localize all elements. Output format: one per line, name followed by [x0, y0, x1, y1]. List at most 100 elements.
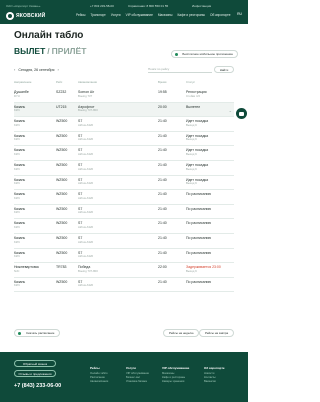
aircraft-type: Airbus A320	[78, 122, 94, 127]
footer-column-title[interactable]: VIP обслуживание	[162, 366, 189, 370]
row-carrier: S7 Airbus A320	[78, 207, 158, 215]
departure-time: 21:40	[158, 279, 167, 284]
row-status: Идет посадка Выход 9	[186, 163, 234, 171]
flight-search-input[interactable]: Поиск по рейсу	[148, 66, 212, 73]
row-destination: Душанбе DYU	[14, 90, 56, 98]
row-carrier: S7 Airbus A320	[78, 192, 158, 200]
footer-link[interactable]: Упаковка багажа	[126, 380, 149, 384]
aircraft-type: Airbus A320	[78, 151, 94, 156]
brand-logo-text[interactable]: ЯКОВСКИЙ	[16, 13, 45, 19]
table-row[interactable]: Казань KZN WZ500 S7 Airbus A320 21:40 Идет пос…	[14, 146, 234, 161]
table-row[interactable]: Казань KZN WZ500 S7 Airbus A320 21:40 По распи…	[14, 219, 234, 234]
row-status: Вылетел	[186, 105, 234, 110]
footer-column-title[interactable]: Об аэропорте	[204, 366, 225, 370]
contact-phone[interactable]: +7 843 233-58-00	[90, 4, 114, 8]
find-button[interactable]: Найти	[214, 66, 234, 73]
table-row[interactable]: Казань KZN WZ500 S7 Airbus A320 21:40 По распи…	[14, 249, 234, 264]
top-header: ОАО «Аэропорт Казань» +7 843 233-58-00 С…	[0, 0, 248, 24]
week-flights-button[interactable]: Рейсы на неделю	[163, 329, 200, 337]
aircraft-type: Airbus A320	[78, 181, 94, 186]
flight-number: TR783	[56, 265, 67, 270]
table-row[interactable]: Казань KZN WZ500 S7 Airbus A320 21:40 Идет пос…	[14, 176, 234, 191]
flight-number: WZ500	[56, 192, 68, 197]
row-destination: Казань KZN	[14, 178, 56, 186]
tab-separator: /	[47, 46, 50, 56]
header-destination: Направление	[14, 80, 32, 84]
aircraft-type: Airbus A320	[78, 283, 94, 288]
download-schedule-button[interactable]: Скачать расписание	[14, 329, 61, 337]
departure-time: 21:40	[158, 119, 167, 124]
nav-item-about[interactable]: Об аэропорте	[210, 13, 231, 17]
status-detail: Выход 9	[186, 137, 197, 142]
status-detail: Выход 9	[186, 181, 197, 186]
table-row[interactable]: Казань KZN WZ500 S7 Airbus A320 21:40 По распи…	[14, 190, 234, 205]
flight-number: WZ500	[56, 119, 68, 124]
tomorrow-flights-button[interactable]: Рейсы на завтра	[199, 329, 235, 337]
footer-link[interactable]: Вакансии	[204, 380, 225, 384]
chat-icon[interactable]	[236, 108, 247, 119]
feedback-button[interactable]: Отзывы и предложения	[14, 370, 56, 377]
contact-help[interactable]: Справочная: 8 800 550 01 55	[128, 4, 168, 8]
row-destination: Казань KZN	[14, 148, 56, 156]
chevron-right-icon[interactable]: ›	[57, 67, 58, 72]
table-row[interactable]: Казань KZN WZ500 S7 Airbus A320 21:40 По распи…	[14, 234, 234, 249]
footer-link[interactable]: Камеры хранения	[162, 380, 189, 384]
departure-time: 21:40	[158, 250, 167, 255]
tab-departure[interactable]: ВЫЛЕТ	[14, 46, 45, 56]
row-destination: Казань KZN	[14, 221, 56, 229]
aircraft-type: Boeing 737-800	[78, 268, 98, 273]
departure-time: 21:40	[158, 221, 167, 226]
airport-code: KZN	[14, 122, 20, 127]
aircraft-type: Boeing 737	[78, 93, 93, 98]
nav-item-shops[interactable]: Магазины	[158, 13, 173, 17]
language-switch[interactable]: RU	[237, 12, 242, 16]
callback-button[interactable]: Обратный звонок	[14, 360, 56, 367]
table-row[interactable]: Душанбе DYU SZ232 Somon Air Boeing 737 19:55 Р…	[14, 88, 234, 103]
row-carrier: Победа Boeing 737-800	[78, 265, 158, 273]
status-text: Вылетел	[186, 104, 201, 109]
flight-number: WZ500	[56, 279, 68, 284]
row-carrier: S7 Airbus A320	[78, 178, 158, 186]
table-row[interactable]: Казань KZN WZ500 S7 Airbus A320 21:40 По распи…	[14, 205, 234, 220]
chevron-down-icon[interactable]: ⌄	[229, 108, 232, 113]
nav-item-transport[interactable]: Транспорт	[90, 13, 105, 17]
row-carrier: S7 Airbus A320	[78, 148, 158, 156]
footer-link[interactable]: Авиакомпании	[90, 380, 108, 384]
row-status: Регистрация Стойки 4-5	[186, 90, 234, 98]
nav-item-services[interactable]: Услуги	[111, 13, 121, 17]
nav-item-food[interactable]: Кафе и рестораны	[177, 13, 205, 17]
nav-item-flights[interactable]: Рейсы	[76, 13, 85, 17]
date-label[interactable]: Сегодня, 26 сентября	[18, 68, 54, 72]
table-row[interactable]: Казань KZN WZ500 S7 Airbus A320 21:40 Идет пос…	[14, 117, 234, 132]
table-row[interactable]: Казань KZN WZ500 S7 Airbus A320 21:40 По распи…	[14, 278, 234, 293]
airport-code: KZN	[14, 210, 20, 215]
footer-column: Об аэропорте Новости Контакты Вакансии	[204, 366, 225, 384]
main-nav: Рейсы Транспорт Услуги VIP обслуживание …	[76, 13, 231, 17]
header-status: Статус	[186, 80, 195, 84]
footer-column-title[interactable]: Рейсы	[90, 366, 108, 370]
chevron-left-icon[interactable]: ‹	[14, 67, 15, 72]
row-status: По расписанию	[186, 251, 234, 256]
row-status: Идет посадка Выход 9	[186, 178, 234, 186]
row-carrier: S7 Airbus A320	[78, 251, 158, 259]
table-row[interactable]: Казань KZN WZ500 S7 Airbus A320 21:40 Идет пос…	[14, 132, 234, 147]
row-destination: Казань KZN	[14, 192, 56, 200]
row-carrier: S7 Airbus A320	[78, 280, 158, 288]
flight-number: WZ500	[56, 148, 68, 153]
row-destination: Казань KZN	[14, 119, 56, 127]
table-row[interactable]: Казань KZN WZ500 S7 Airbus A320 21:40 Идет пос…	[14, 161, 234, 176]
nav-item-vip[interactable]: VIP обслуживание	[126, 13, 153, 17]
logo-icon[interactable]	[6, 12, 14, 20]
mobile-app-button[interactable]: Бесплатное мобильное приложение	[171, 50, 238, 58]
row-destination: Казань KZN	[14, 105, 56, 113]
contact-info[interactable]: Инфостанция	[192, 4, 211, 8]
table-row[interactable]: Нижневартовск NJC TR783 Победа Boeing 737-80…	[14, 263, 234, 278]
departure-time: 21:40	[158, 148, 167, 153]
flight-number: WZ500	[56, 250, 68, 255]
tab-arrival[interactable]: ПРИЛЁТ	[52, 46, 87, 56]
footer-column-title[interactable]: Услуги	[126, 366, 149, 370]
table-row[interactable]: Казань KZN UT215 Аэрофлот Boeing 737-800 20:0…	[14, 102, 234, 118]
footer-phone[interactable]: +7 (843) 233-06-00	[14, 383, 61, 389]
header-carrier: Авиакомпания	[78, 80, 97, 84]
row-status: По расписанию	[186, 192, 234, 197]
